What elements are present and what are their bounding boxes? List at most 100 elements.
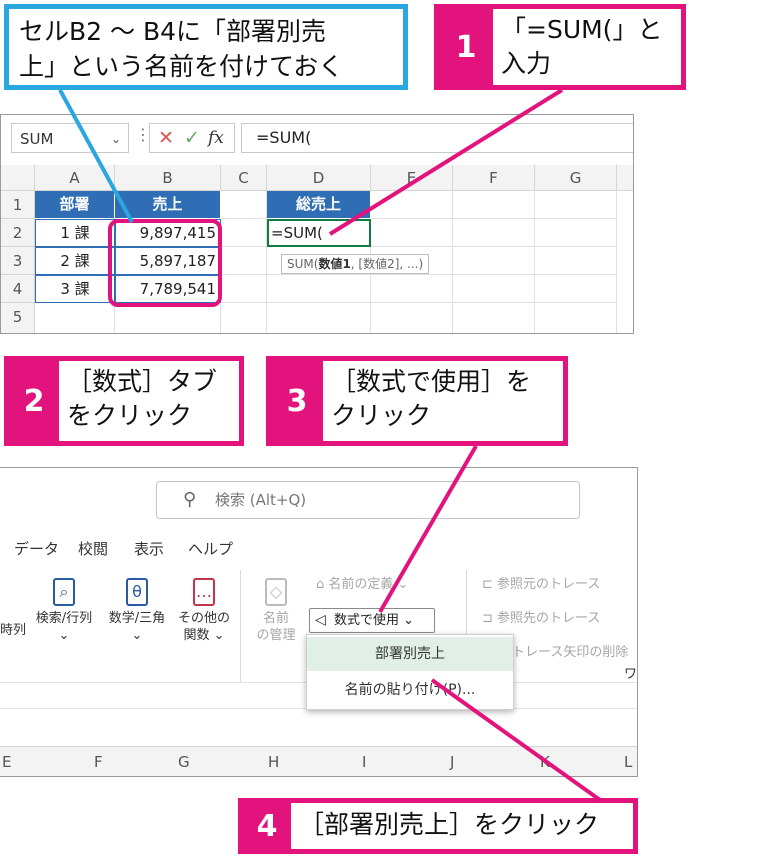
cell-e5[interactable] xyxy=(371,303,453,333)
insert-function-icon[interactable]: fx xyxy=(208,124,224,152)
cell-f3[interactable] xyxy=(453,247,535,275)
step1-number: 1 xyxy=(439,9,493,85)
column-header-e[interactable]: E xyxy=(371,165,453,191)
theta-icon: θ xyxy=(126,578,148,606)
cell-e4[interactable] xyxy=(371,275,453,303)
cell-a2[interactable]: 1 課 xyxy=(35,219,115,247)
cell-c2[interactable] xyxy=(221,219,267,247)
dropdown-item-dept-sales[interactable]: 部署別売上 xyxy=(307,637,513,671)
cell-a3[interactable]: 2 課 xyxy=(35,247,115,275)
cell-a5[interactable] xyxy=(35,303,115,333)
use-in-formula-dropdown: 部署別売上 名前の貼り付け(P)... xyxy=(306,634,514,710)
column-header-a[interactable]: A xyxy=(35,165,115,191)
cell-f1[interactable] xyxy=(453,191,535,219)
column-header-g[interactable]: G xyxy=(535,165,617,191)
cell-a1-header[interactable]: 部署 xyxy=(35,191,115,219)
column-header-d[interactable]: D xyxy=(267,165,371,191)
more-functions-label2: 関数 ⌄ xyxy=(183,628,225,643)
callout-step4: 4 ［部署別売上］をクリック xyxy=(238,798,638,854)
cell-g2[interactable] xyxy=(535,219,617,247)
formula-input[interactable]: =SUM( xyxy=(241,123,633,153)
formula-bar: SUM ⌄ ⋮ ✕ ✓ fx =SUM( xyxy=(1,115,633,165)
trace-dependents-button[interactable]: ⊐ 参照先のトレース xyxy=(482,610,600,627)
math-label: 数学/三角 xyxy=(108,611,166,626)
select-all-corner[interactable] xyxy=(1,165,35,191)
callout-name-note-line1: セルB2 ～ B4に「部署別売 xyxy=(19,17,327,46)
column-header-b[interactable]: B xyxy=(115,165,221,191)
column-header-g[interactable]: G xyxy=(178,753,190,771)
cell-c3[interactable] xyxy=(221,247,267,275)
chevron-down-icon[interactable]: ⌄ xyxy=(111,124,121,154)
name-manager-label1: 名前 xyxy=(262,611,289,626)
cell-d1-header[interactable]: 総売上 xyxy=(267,191,371,219)
column-header-i[interactable]: I xyxy=(362,753,366,771)
cell-b5[interactable] xyxy=(115,303,221,333)
cell-b3[interactable]: 5,897,187 xyxy=(115,247,221,275)
column-header-c[interactable]: C xyxy=(221,165,267,191)
column-header-h[interactable]: H xyxy=(268,753,279,771)
cell-f2[interactable] xyxy=(453,219,535,247)
cancel-icon[interactable]: ✕ xyxy=(158,124,174,152)
column-header-e[interactable]: E xyxy=(2,753,11,771)
cell-f5[interactable] xyxy=(453,303,535,333)
column-header-partial xyxy=(617,165,633,191)
cell-g1[interactable] xyxy=(535,191,617,219)
cell-e1[interactable] xyxy=(371,191,453,219)
row-header-2[interactable]: 2 xyxy=(1,219,35,247)
trace-precedents-button[interactable]: ⊏ 参照元のトレース xyxy=(482,576,600,593)
tab-help[interactable]: ヘルプ xyxy=(188,538,233,559)
more-functions-button[interactable]: … その他の 関数 ⌄ xyxy=(176,578,232,644)
math-trig-button[interactable]: θ 数学/三角 ⌄ xyxy=(104,578,170,644)
step1-line1: 「=SUM(」と xyxy=(501,15,663,44)
cell-g3[interactable] xyxy=(535,247,617,275)
callout-name-note-line2: 上」という名前を付けておく xyxy=(19,52,344,81)
remove-arrows-button[interactable]: トレース矢印の削除 xyxy=(512,644,628,661)
dropdown-item-paste-names[interactable]: 名前の貼り付け(P)... xyxy=(307,673,513,707)
row-header-4[interactable]: 4 xyxy=(1,275,35,303)
cell-c1[interactable] xyxy=(221,191,267,219)
column-header-f[interactable]: F xyxy=(94,753,103,771)
cell-d5[interactable] xyxy=(267,303,371,333)
cell-c4[interactable] xyxy=(221,275,267,303)
cell-e2[interactable] xyxy=(371,219,453,247)
column-header-f[interactable]: F xyxy=(453,165,535,191)
tab-review[interactable]: 校閲 xyxy=(78,538,108,559)
cell-d4[interactable] xyxy=(267,275,371,303)
cell-g5[interactable] xyxy=(535,303,617,333)
cell-a4[interactable]: 3 課 xyxy=(35,275,115,303)
column-header-l[interactable]: L xyxy=(624,753,632,771)
callout-step3: 3 ［数式で使用］を クリック xyxy=(266,356,568,446)
excel-sheet: SUM ⌄ ⋮ ✕ ✓ fx =SUM( A B C D E F G 1 2 3… xyxy=(0,114,634,334)
cell-g4[interactable] xyxy=(535,275,617,303)
remove-arrows-label: トレース矢印の削除 xyxy=(512,645,629,660)
formula-buttons: ✕ ✓ fx xyxy=(149,123,235,153)
lookup-label: 検索/行列 xyxy=(35,611,93,626)
partial-left-label: 時列 xyxy=(0,623,27,638)
cell-b4[interactable]: 7,789,541 xyxy=(115,275,221,303)
name-manager-button[interactable]: ◇ 名前 の管理 xyxy=(252,578,300,644)
cell-c5[interactable] xyxy=(221,303,267,333)
row-header-3[interactable]: 3 xyxy=(1,247,35,275)
tag-icon: ⌂ xyxy=(316,577,329,592)
use-in-formula-label: 数式で使用 ⌄ xyxy=(334,613,415,628)
tab-view[interactable]: 表示 xyxy=(134,538,164,559)
name-box[interactable]: SUM ⌄ xyxy=(11,123,129,153)
use-in-formula-button[interactable]: ◁ 数式で使用 ⌄ xyxy=(309,608,435,633)
search-icon: ⚲ xyxy=(183,489,197,510)
search-box[interactable]: ⚲ 検索 (Alt+Q) xyxy=(156,481,580,519)
column-header-k[interactable]: K xyxy=(540,753,550,771)
ribbon-separator xyxy=(240,570,241,682)
cell-f4[interactable] xyxy=(453,275,535,303)
cell-d2-active[interactable]: =SUM( xyxy=(267,219,371,247)
row-header-1[interactable]: 1 xyxy=(1,191,35,219)
tab-data[interactable]: データ xyxy=(14,538,59,559)
row-header-5[interactable]: 5 xyxy=(1,303,35,333)
cell-b2[interactable]: 9,897,415 xyxy=(115,219,221,247)
column-header-j[interactable]: J xyxy=(450,753,454,771)
step2-line1: ［数式］タブ xyxy=(67,367,218,396)
enter-icon[interactable]: ✓ xyxy=(184,124,200,152)
define-name-button[interactable]: ⌂ 名前の定義 ⌄ xyxy=(316,576,408,593)
cell-b1-header[interactable]: 売上 xyxy=(115,191,221,219)
lookup-reference-button[interactable]: ⌕ 検索/行列 ⌄ xyxy=(32,578,96,644)
lookup-chevron: ⌄ xyxy=(58,628,70,643)
